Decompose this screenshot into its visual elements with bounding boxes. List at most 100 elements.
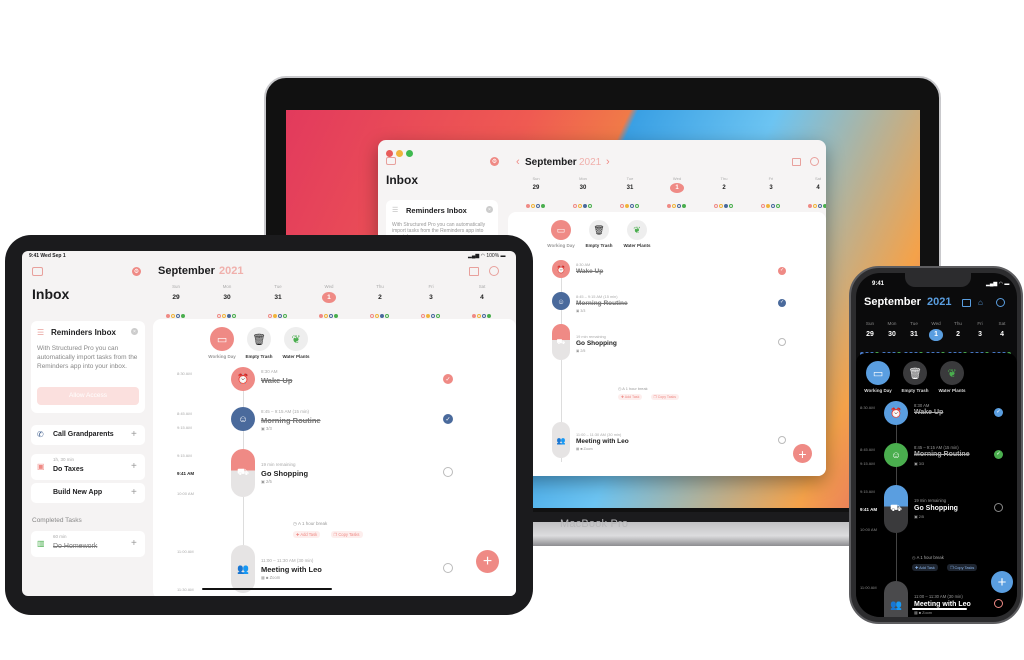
calendar-icon[interactable] — [469, 267, 479, 276]
task-complete-checkbox[interactable]: ✓ — [443, 374, 453, 385]
day-29[interactable]: 29 — [529, 183, 543, 193]
task-complete-checkbox[interactable] — [994, 503, 1003, 513]
calendar-icon[interactable] — [792, 158, 801, 166]
settings-gear-icon[interactable]: ⚙ — [490, 157, 499, 166]
inbox-item[interactable]: ▣ 1h, 30 min Do Taxes + — [31, 454, 145, 480]
day-31[interactable]: 31 — [623, 183, 637, 193]
weekday-label: Mon — [222, 284, 232, 289]
day-task-dots — [526, 195, 546, 213]
task-complete-checkbox[interactable]: ✓ — [778, 298, 786, 307]
day-4[interactable]: 4 — [475, 292, 489, 303]
day-1[interactable]: 1 — [670, 183, 684, 193]
next-month-button[interactable]: › — [606, 156, 610, 168]
add-to-timeline-button[interactable]: + — [131, 487, 137, 498]
day-3[interactable]: 3 — [973, 329, 987, 341]
dismiss-icon[interactable]: × — [486, 206, 493, 213]
day-2[interactable]: 2 — [373, 292, 387, 303]
day-31[interactable]: 31 — [271, 292, 285, 303]
break-indicator: ◷ A 1 hour break — [618, 386, 648, 391]
task-title[interactable]: Meeting with Leo — [261, 565, 322, 574]
add-to-timeline-button[interactable]: + — [131, 538, 137, 549]
dismiss-icon[interactable]: × — [131, 328, 138, 335]
clock-icon[interactable] — [996, 298, 1005, 307]
clock-icon[interactable] — [489, 266, 499, 276]
weekday-label: Fri — [428, 284, 434, 289]
add-task-button[interactable]: ✚ Add Task — [912, 564, 938, 572]
add-to-timeline-button[interactable]: + — [131, 461, 137, 472]
trash-icon[interactable]: 🗑 — [589, 220, 609, 240]
add-task-fab[interactable]: + — [476, 550, 499, 573]
task-complete-checkbox[interactable] — [778, 338, 786, 347]
task-title[interactable]: Meeting with Leo — [576, 438, 629, 445]
add-task-fab[interactable]: + — [991, 571, 1013, 593]
add-task-button[interactable]: ✚ Add Task — [293, 530, 321, 538]
day-30[interactable]: 30 — [576, 183, 590, 193]
task-title[interactable]: Meeting with Leo — [914, 601, 971, 608]
trash-icon[interactable]: 🗑 — [247, 327, 271, 351]
sidebar-toggle-icon[interactable] — [32, 267, 43, 276]
day-29[interactable]: 29 — [863, 329, 877, 341]
task-complete-checkbox[interactable]: ✓ — [994, 407, 1003, 417]
task-complete-checkbox[interactable]: ✓ — [778, 266, 786, 275]
copy-tasks-button[interactable]: ❐ Copy Tasks — [947, 564, 978, 572]
day-29[interactable]: 29 — [169, 292, 183, 303]
day-30[interactable]: 30 — [220, 292, 234, 303]
allow-access-button[interactable]: Allow Access — [37, 387, 139, 405]
zoom-window-button[interactable] — [406, 150, 413, 157]
day-1[interactable]: 1 — [929, 329, 943, 341]
task-title[interactable]: Wake Up — [914, 409, 943, 416]
task-complete-checkbox[interactable] — [443, 467, 453, 478]
copy-tasks-button[interactable]: ❐ Copy Tasks — [650, 394, 680, 401]
calendar-icon[interactable] — [962, 299, 971, 307]
task-complete-checkbox[interactable] — [443, 563, 453, 574]
leaf-icon[interactable]: ❦ — [940, 361, 964, 385]
weekday-label: Sun — [532, 176, 540, 181]
monitor-icon[interactable]: ▭ — [210, 327, 234, 351]
day-3[interactable]: 3 — [764, 183, 778, 193]
task-title[interactable]: Go Shopping — [261, 469, 308, 478]
task-title[interactable]: Morning Routine — [914, 451, 970, 458]
task-complete-checkbox[interactable] — [778, 436, 786, 445]
monitor-icon[interactable]: ▭ — [551, 220, 571, 240]
day-4[interactable]: 4 — [995, 329, 1009, 341]
task-location: ▦ ■ Zoom — [914, 611, 932, 616]
day-2[interactable]: 2 — [717, 183, 731, 193]
task-complete-checkbox[interactable]: ✓ — [443, 414, 453, 425]
minimize-window-button[interactable] — [396, 150, 403, 157]
inbox-item[interactable]: Build New App + — [31, 483, 145, 503]
add-task-fab[interactable]: + — [793, 444, 812, 463]
task-title[interactable]: Go Shopping — [576, 340, 617, 347]
task-time: 11:00 – 11:30 AM (30 min) — [576, 431, 622, 437]
task-title[interactable]: Go Shopping — [914, 505, 958, 512]
task-title[interactable]: Wake Up — [576, 268, 603, 275]
trash-icon[interactable]: 🗑 — [903, 361, 927, 385]
year-label: 2021 — [927, 296, 952, 308]
add-task-button[interactable]: ✚ Add Task — [618, 394, 643, 401]
task-title[interactable]: Morning Routine — [261, 416, 321, 425]
leaf-icon[interactable]: ❦ — [627, 220, 647, 240]
task-complete-checkbox[interactable]: ✓ — [994, 449, 1003, 459]
settings-gear-icon[interactable]: ⚙ — [132, 267, 141, 276]
inbox-tray-icon[interactable]: ⌂ — [978, 298, 983, 307]
task-complete-checkbox[interactable] — [994, 599, 1003, 609]
day-2[interactable]: 2 — [951, 329, 965, 341]
leaf-icon[interactable]: ❦ — [284, 327, 308, 351]
break-indicator: ◷ A 1 hour break — [293, 521, 328, 526]
day-4[interactable]: 4 — [811, 183, 825, 193]
day-3[interactable]: 3 — [424, 292, 438, 303]
close-window-button[interactable] — [386, 150, 393, 157]
completed-item[interactable]: ▥ 60 min Do Homework + — [31, 531, 145, 557]
clock-icon[interactable] — [810, 157, 819, 166]
task-title[interactable]: Morning Routine — [576, 300, 628, 307]
day-31[interactable]: 31 — [907, 329, 921, 341]
sidebar-toggle-icon[interactable] — [386, 157, 396, 165]
monitor-icon[interactable]: ▭ — [866, 361, 890, 385]
cart-icon: ⛟ — [884, 485, 908, 533]
inbox-item[interactable]: ✆ Call Grandparents + — [31, 425, 145, 445]
day-1[interactable]: 1 — [322, 291, 336, 303]
day-30[interactable]: 30 — [885, 329, 899, 341]
add-to-timeline-button[interactable]: + — [131, 429, 137, 440]
copy-tasks-button[interactable]: ❐ Copy Tasks — [330, 530, 363, 538]
prev-month-button[interactable]: ‹ — [516, 156, 520, 168]
task-title[interactable]: Wake Up — [261, 376, 292, 385]
